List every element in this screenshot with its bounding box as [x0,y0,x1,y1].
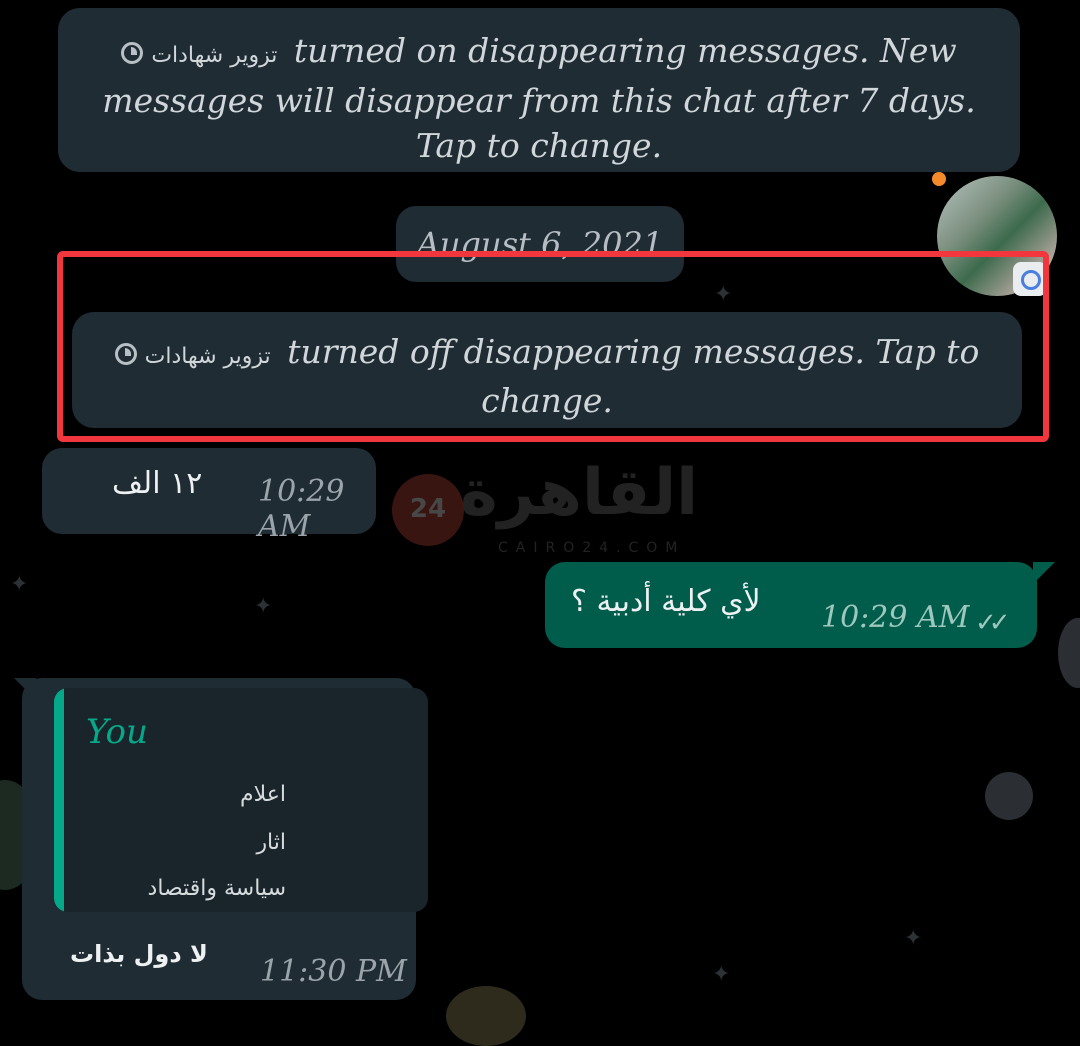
background-planet [446,986,526,1046]
quote-line: سياسة واقتصاد [147,876,286,901]
watermark-number: 24 [409,494,447,524]
message-text: لا دول بذات [70,940,208,968]
outgoing-message[interactable]: لأي كلية أدبية ؟ 10:29 AM ✓✓ [545,562,1055,648]
timer-icon [121,42,144,64]
watermark-logo: 24 القاهرة CAIRO24.COM [388,456,698,566]
message-time: 11:30 PM [260,954,407,989]
message-time: 10:29 AM [258,474,345,544]
watermark-subtitle: CAIRO24.COM [498,540,686,556]
quote-line: اعلام [240,782,286,807]
system-message-disappearing-on[interactable]: تزوير شهادات turned on disappearing mess… [58,8,1020,172]
quoted-message[interactable]: You اعلام اثار سياسة واقتصاد [54,688,428,912]
quote-accent-bar [54,688,64,912]
background-planet [985,772,1033,820]
status-dot [932,172,946,186]
incoming-message[interactable]: ١٢ الف 10:29 AM [42,448,376,544]
message-text: ١٢ الف [112,466,203,501]
message-text: لأي كلية أدبية ؟ [571,584,761,619]
sender-name: تزوير شهادات [151,43,278,68]
background-star: ✦ [10,572,29,597]
background-star: ✦ [712,962,731,987]
background-planet [1058,618,1080,688]
watermark-text: القاهرة [460,456,699,530]
quote-author: You [86,712,148,752]
message-time: 10:29 AM [821,600,970,635]
incoming-reply-message[interactable]: You اعلام اثار سياسة واقتصاد لا دول بذات… [22,678,428,1000]
highlight-box [57,251,1049,442]
quote-line: اثار [256,830,286,855]
double-check-icon: ✓✓ [975,608,1010,638]
background-star: ✦ [904,926,923,951]
background-star: ✦ [254,594,273,619]
